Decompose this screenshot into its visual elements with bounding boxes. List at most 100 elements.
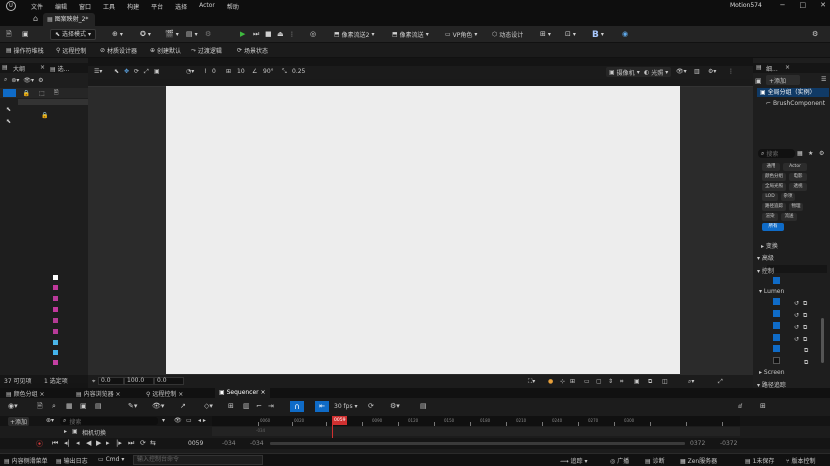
camera-cut-track[interactable]: ▸ ▣ 相机切换 xyxy=(0,427,212,437)
pointer-icon[interactable]: ⬉ xyxy=(6,106,11,113)
next-key-button[interactable]: |▸ xyxy=(116,439,122,447)
vp-role-button[interactable]: ▭ VP角色 ▾ xyxy=(445,29,477,40)
start-frame-label[interactable]: -034 xyxy=(222,440,236,447)
menu-window[interactable]: 窗口 xyxy=(79,2,91,11)
motion-icon[interactable]: ◎ xyxy=(310,29,316,40)
select-mode-dropdown[interactable]: ⬉ 选择模式 ▾ xyxy=(50,29,97,40)
offset-input[interactable]: 0.0 xyxy=(154,377,184,385)
settings-icon[interactable]: ⚙ xyxy=(819,150,824,157)
filter-actor[interactable]: Actor xyxy=(783,163,807,171)
layout-icon[interactable]: ▥ xyxy=(243,402,250,410)
pin-icon[interactable]: ⬚ xyxy=(39,90,45,97)
track-filter-icon[interactable]: ▾ xyxy=(162,417,165,424)
grid-snap-icon[interactable]: ⊞ xyxy=(226,68,231,75)
filter-rendering[interactable]: 渲染 xyxy=(762,213,778,221)
playhead-label[interactable]: 0059 xyxy=(332,416,348,425)
transition-logic-button[interactable]: ⤳ 过渡逻辑 xyxy=(191,45,222,56)
viewport-options-icon[interactable]: ⋮ xyxy=(728,68,734,75)
unreal-logo-icon[interactable]: U xyxy=(6,1,16,11)
add-component-button[interactable]: +添加 xyxy=(766,75,800,85)
operator-stack-button[interactable]: ▤ 操作符堆栈 xyxy=(6,45,44,56)
grid-snap-value[interactable]: 0 xyxy=(212,68,216,75)
rotate-tool-icon[interactable]: ⟳ xyxy=(134,68,139,75)
filter-all[interactable]: 所有 xyxy=(762,223,784,231)
step-button[interactable]: ⏭ xyxy=(253,29,259,40)
jump-end-button[interactable]: ⏭ xyxy=(128,439,134,448)
active-filter-button[interactable] xyxy=(3,89,16,97)
camera-icon[interactable]: ▤ xyxy=(95,402,102,410)
zen-server-button[interactable]: ▦ Zen服务器 xyxy=(680,456,717,465)
scale-snap-icon[interactable]: ⤡ xyxy=(282,68,287,76)
details-menu-icon[interactable]: ☰ xyxy=(821,76,826,83)
copy-icon[interactable]: ⧉ xyxy=(804,359,808,366)
jump-start-button[interactable]: ⏮ xyxy=(52,439,58,448)
tab-close-icon[interactable]: × xyxy=(785,64,790,71)
tab-close-icon[interactable]: × xyxy=(40,64,45,71)
filter-streaming[interactable]: 流送 xyxy=(781,213,797,221)
platforms-button[interactable]: ▤ ▾ xyxy=(186,29,198,40)
prev-frame-button[interactable]: ◂ xyxy=(76,439,80,447)
show-icon[interactable]: 👁▾ xyxy=(676,68,687,75)
details-tab[interactable]: 细... xyxy=(766,64,778,73)
auto-key-button[interactable]: ⇤ xyxy=(315,401,329,412)
view-options-icon[interactable]: 👁▾ xyxy=(152,402,164,410)
filter-physics[interactable]: 物理 xyxy=(789,203,803,211)
expand-icon[interactable]: ▸ xyxy=(64,428,67,435)
lumen-checkbox-5[interactable] xyxy=(773,345,780,352)
reset-icon[interactable]: ↺ xyxy=(794,312,799,319)
root-component-item[interactable]: ▣ 全局分组（实例） xyxy=(757,88,829,97)
menu-file[interactable]: 文件 xyxy=(31,2,43,11)
eye-icon[interactable]: 👁 xyxy=(174,417,182,424)
rotation-snap-icon[interactable]: ∠ xyxy=(252,68,257,75)
move-tool-icon[interactable]: ✥ xyxy=(124,68,129,75)
settings-button[interactable]: ⚙ xyxy=(812,29,818,40)
menu-tools[interactable]: 工具 xyxy=(103,2,115,11)
crop-icon[interactable]: ⌗ xyxy=(620,378,623,386)
section-screen[interactable]: ▸ Screen xyxy=(759,369,785,376)
key-tool-icon[interactable]: ✎▾ xyxy=(128,402,137,410)
eye-icon[interactable]: 👁▾ xyxy=(23,77,34,84)
track-search[interactable]: ⌕ 搜索 xyxy=(60,417,158,426)
frame-icon[interactable]: ▭ xyxy=(584,378,590,385)
play-reverse-button[interactable]: ◀ xyxy=(86,439,91,447)
menu-select[interactable]: 选择 xyxy=(175,2,187,11)
guide-icon[interactable]: ⊹ xyxy=(560,378,565,385)
overlay-icon[interactable]: ▢ xyxy=(596,378,602,385)
settings-icon[interactable]: ⚙▾ xyxy=(390,402,400,410)
second-tab[interactable]: ▤ 选... xyxy=(50,64,69,73)
zoom-input[interactable]: 0.0 xyxy=(98,377,124,385)
time-ruler[interactable]: 0060 0020 0090 0120 0150 0180 0210 0240 … xyxy=(212,416,740,426)
bridge-button[interactable]: B ▾ xyxy=(592,29,604,40)
cmd-dropdown[interactable]: ▭ Cmd ▾ xyxy=(98,456,124,463)
settings-icon[interactable]: ⚙ xyxy=(205,29,211,40)
broadcast-button[interactable]: ◎ 广播 xyxy=(610,456,629,465)
end-frame-label[interactable]: 0372 xyxy=(690,440,705,447)
stack-icon[interactable]: ▤ xyxy=(2,64,8,71)
blueprint-button[interactable]: ✪ ▾ xyxy=(140,29,151,40)
zoom-icon[interactable]: ⌕▾ xyxy=(688,378,694,386)
motion-design-screen[interactable] xyxy=(166,86,680,374)
add-track-button[interactable]: +添加 xyxy=(8,417,30,426)
tool-button-2[interactable]: ⊡ ▾ xyxy=(565,29,576,40)
tool-button-1[interactable]: ⊞ ▾ xyxy=(540,29,551,40)
curve-icon[interactable]: ↗ xyxy=(180,402,186,410)
current-frame-field[interactable]: 0059 xyxy=(188,440,203,447)
details-search[interactable]: ⌕ 搜索 xyxy=(758,149,795,158)
timeline-scrollbar[interactable] xyxy=(270,442,685,445)
filter-misc[interactable]: 杂项 xyxy=(781,193,795,201)
camera-dropdown[interactable]: ▣ 摄像机 ▾ xyxy=(606,67,643,77)
lumen-checkbox-2[interactable] xyxy=(773,310,780,317)
rotation-snap-value[interactable]: 90° xyxy=(263,68,274,75)
grid-view-icon[interactable]: ▦ xyxy=(797,150,803,157)
pixel-streaming-button[interactable]: ⬒ 像素流送 ▾ xyxy=(392,29,429,40)
diagnostics-button[interactable]: ▤ 诊断 xyxy=(645,456,665,465)
save-icon[interactable]: 🗎 xyxy=(6,29,12,40)
star-icon[interactable]: ★ xyxy=(808,150,813,157)
world-icon[interactable]: ◉▾ xyxy=(8,402,18,410)
grid-icon[interactable]: ⊞ xyxy=(228,402,234,410)
select-tool-icon[interactable]: ⬉ xyxy=(114,68,119,75)
expand-icon[interactable]: ⤢ xyxy=(718,378,723,386)
section-control[interactable]: ▾ 控制 xyxy=(757,266,774,275)
menu-build[interactable]: 构建 xyxy=(127,2,139,11)
search-asset-icon[interactable]: ⌕ xyxy=(52,402,56,411)
